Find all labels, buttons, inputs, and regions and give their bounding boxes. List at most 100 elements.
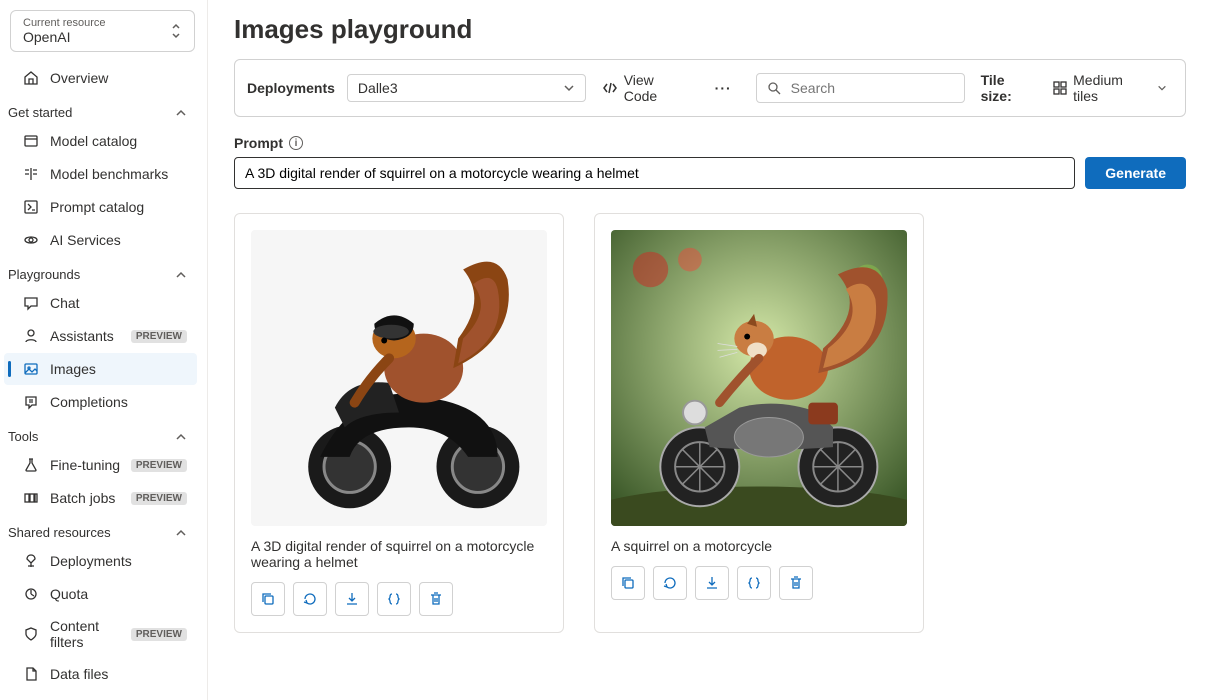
images-icon [22,360,40,378]
copy-button[interactable] [251,582,285,616]
sidebar-item-model-catalog[interactable]: Model catalog [4,125,197,157]
deployments-label: Deployments [247,80,339,96]
prompt-input[interactable] [234,157,1075,189]
tile-size-select[interactable]: Medium tiles [1047,68,1173,108]
completions-icon [22,393,40,411]
download-button[interactable] [335,582,369,616]
delete-button[interactable] [779,566,813,600]
chevron-up-icon [175,431,187,443]
sidebar-item-deployments[interactable]: Deployments [4,545,197,577]
result-actions [251,582,547,616]
resource-label: Current resource [23,17,106,29]
home-icon [22,69,40,87]
ai-services-icon [22,231,40,249]
deployment-select[interactable]: Dalle3 [347,74,586,102]
result-card: A 3D digital render of squirrel on a mot… [234,213,564,633]
section-title: Get started [8,105,72,120]
sidebar-item-label: Fine-tuning [50,457,121,473]
sidebar-item-label: Completions [50,394,187,410]
sidebar-item-quota[interactable]: Quota [4,578,197,610]
view-code-button[interactable]: View Code [594,68,699,108]
regenerate-button[interactable] [653,566,687,600]
sidebar-item-completions[interactable]: Completions [4,386,197,418]
sidebar-item-overview[interactable]: Overview [4,62,197,94]
preview-badge: PREVIEW [131,628,187,641]
grid-icon [1053,81,1067,95]
chevron-up-icon [175,269,187,281]
shield-icon [22,625,40,643]
tile-size-value: Medium tiles [1073,72,1151,104]
sidebar-item-label: Model catalog [50,133,187,149]
result-caption: A squirrel on a motorcycle [611,538,907,554]
search-box[interactable] [756,73,965,103]
page-title: Images playground [234,14,1186,45]
chat-icon [22,294,40,312]
search-icon [767,81,781,95]
section-title: Tools [8,429,38,444]
prompt-catalog-icon [22,198,40,216]
resource-selector[interactable]: Current resource OpenAI [10,10,195,52]
batch-icon [22,489,40,507]
result-image[interactable] [251,230,547,526]
sidebar-item-label: AI Services [50,232,187,248]
section-title: Playgrounds [8,267,80,282]
resource-value: OpenAI [23,29,106,45]
sidebar-item-label: Assistants [50,328,121,344]
deployments-icon [22,552,40,570]
prompt-section: Prompt i Generate [234,135,1186,189]
section-header-playgrounds[interactable]: Playgrounds [0,257,201,286]
regenerate-button[interactable] [293,582,327,616]
sidebar-item-label: Chat [50,295,187,311]
sidebar-item-label: Images [50,361,187,377]
result-card: A squirrel on a motorcycle [594,213,924,633]
chevron-updown-icon [170,23,182,39]
sidebar-item-data-files[interactable]: Data files [4,658,197,690]
info-icon[interactable]: i [289,136,303,150]
sidebar-item-chat[interactable]: Chat [4,287,197,319]
chevron-down-icon [563,82,575,94]
sidebar-item-batch-jobs[interactable]: Batch jobs PREVIEW [4,482,197,514]
copy-button[interactable] [611,566,645,600]
chevron-up-icon [175,527,187,539]
toolbar: Deployments Dalle3 View Code ··· Tile si… [234,59,1186,117]
tile-size-label: Tile size: [981,72,1040,104]
catalog-icon [22,132,40,150]
sidebar-item-content-filters[interactable]: Content filters PREVIEW [4,611,197,657]
section-header-shared[interactable]: Shared resources [0,515,201,544]
chevron-up-icon [175,107,187,119]
sidebar: Current resource OpenAI Overview Get sta… [0,0,208,700]
json-button[interactable] [377,582,411,616]
prompt-label: Prompt [234,135,283,151]
sidebar-item-fine-tuning[interactable]: Fine-tuning PREVIEW [4,449,197,481]
section-title: Shared resources [8,525,111,540]
sidebar-item-images[interactable]: Images [4,353,197,385]
result-image[interactable] [611,230,907,526]
sidebar-item-label: Prompt catalog [50,199,187,215]
result-caption: A 3D digital render of squirrel on a mot… [251,538,547,570]
preview-badge: PREVIEW [131,459,187,472]
search-input[interactable] [789,79,954,97]
delete-button[interactable] [419,582,453,616]
sidebar-item-prompt-catalog[interactable]: Prompt catalog [4,191,197,223]
main-content: Images playground Deployments Dalle3 Vie… [208,0,1212,700]
data-files-icon [22,665,40,683]
more-button[interactable]: ··· [707,76,740,100]
sidebar-item-model-benchmarks[interactable]: Model benchmarks [4,158,197,190]
generate-button[interactable]: Generate [1085,157,1186,189]
section-header-tools[interactable]: Tools [0,419,201,448]
deployment-value: Dalle3 [358,80,398,96]
section-header-get-started[interactable]: Get started [0,95,201,124]
view-code-label: View Code [624,72,691,104]
sidebar-item-label: Quota [50,586,187,602]
code-icon [602,81,618,95]
sidebar-item-assistants[interactable]: Assistants PREVIEW [4,320,197,352]
download-button[interactable] [695,566,729,600]
sidebar-item-label: Overview [50,70,187,86]
json-button[interactable] [737,566,771,600]
preview-badge: PREVIEW [131,492,187,505]
sidebar-item-label: Model benchmarks [50,166,187,182]
chevron-down-icon [1157,83,1167,93]
result-actions [611,566,907,600]
sidebar-item-ai-services[interactable]: AI Services [4,224,197,256]
sidebar-item-label: Batch jobs [50,490,121,506]
